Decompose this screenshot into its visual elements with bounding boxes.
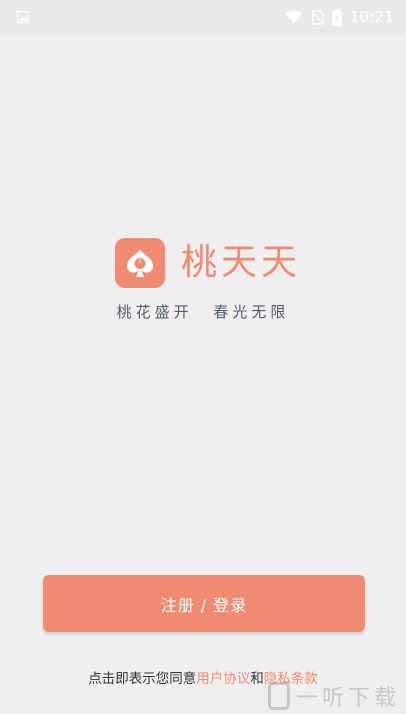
status-time: 10:21 bbox=[349, 8, 394, 26]
app-logo: 桃天天 bbox=[115, 238, 301, 288]
image-icon bbox=[17, 11, 29, 23]
agreement-prefix: 点击即表示您同意 bbox=[88, 671, 197, 687]
slogan-right: 春光无限 bbox=[213, 303, 290, 321]
watermark-text: 一听下载 bbox=[295, 686, 400, 711]
spade-peach-icon bbox=[115, 238, 165, 288]
slogan: 桃花盛开 春光无限 bbox=[0, 301, 406, 322]
agreement-conjunction: 和 bbox=[250, 671, 264, 687]
wifi-icon bbox=[285, 10, 303, 24]
watermark-logo-icon bbox=[267, 682, 290, 710]
battery-charging-icon bbox=[331, 8, 342, 26]
slogan-left: 桃花盛开 bbox=[116, 303, 193, 321]
status-bar: 10:21 bbox=[0, 0, 406, 33]
register-login-button[interactable]: 注册 / 登录 bbox=[43, 575, 365, 632]
app-name: 桃天天 bbox=[181, 242, 302, 283]
user-agreement-link[interactable]: 用户协议 bbox=[196, 671, 250, 687]
watermark: 一听下载 bbox=[267, 680, 400, 712]
status-icons: 10:21 bbox=[285, 7, 394, 27]
no-sim-icon bbox=[310, 9, 324, 25]
